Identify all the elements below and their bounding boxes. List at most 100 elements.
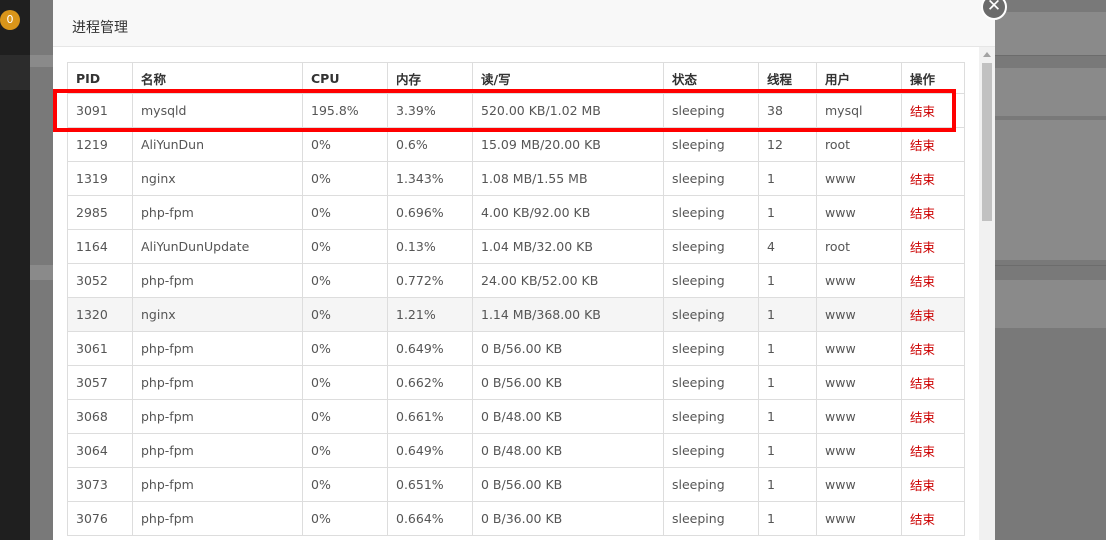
end-process-link[interactable]: 结束 — [910, 512, 935, 527]
cell-memory: 0.662% — [387, 365, 473, 400]
cell-action: 结束 — [901, 263, 965, 298]
cell-threads: 1 — [758, 195, 817, 230]
cell-user: root — [816, 229, 902, 264]
cell-user: www — [816, 331, 902, 366]
cell-read-write: 1.08 MB/1.55 MB — [472, 161, 664, 196]
cell-read-write: 0 B/48.00 KB — [472, 399, 664, 434]
cell-action: 结束 — [901, 195, 965, 230]
cell-memory: 0.661% — [387, 399, 473, 434]
cell-pid: 2985 — [67, 195, 133, 230]
cell-read-write: 0 B/56.00 KB — [472, 365, 664, 400]
end-process-link[interactable]: 结束 — [910, 138, 935, 153]
cell-memory: 1.21% — [387, 297, 473, 332]
cell-user: root — [816, 127, 902, 162]
table-row: 3057 php-fpm 0% 0.662% 0 B/56.00 KB sleeping 1… — [67, 365, 965, 400]
cell-user: www — [816, 365, 902, 400]
cell-name: nginx — [132, 161, 303, 196]
cell-cpu: 0% — [302, 195, 388, 230]
cell-name: AliYunDun — [132, 127, 303, 162]
scroll-thumb[interactable] — [982, 63, 992, 221]
end-process-link[interactable]: 结束 — [910, 206, 935, 221]
cell-user: www — [816, 433, 902, 468]
cell-name: php-fpm — [132, 195, 303, 230]
cell-name: php-fpm — [132, 501, 303, 536]
cell-name: php-fpm — [132, 331, 303, 366]
cell-threads: 4 — [758, 229, 817, 264]
cell-pid: 1320 — [67, 297, 133, 332]
cell-status: sleeping — [663, 195, 759, 230]
cell-name: php-fpm — [132, 263, 303, 298]
cell-cpu: 0% — [302, 161, 388, 196]
table-row: 3076 php-fpm 0% 0.664% 0 B/36.00 KB sleeping 1… — [67, 501, 965, 536]
cell-status: sleeping — [663, 365, 759, 400]
cell-pid: 3073 — [67, 467, 133, 502]
cell-pid: 1164 — [67, 229, 133, 264]
background-panel — [995, 280, 1106, 328]
cell-action: 结束 — [901, 331, 965, 366]
cell-memory: 0.649% — [387, 331, 473, 366]
cell-read-write: 24.00 KB/52.00 KB — [472, 263, 664, 298]
end-process-link[interactable]: 结束 — [910, 240, 935, 255]
cell-pid: 3052 — [67, 263, 133, 298]
dialog-scrollbar[interactable] — [979, 47, 995, 540]
background-panel — [30, 55, 53, 67]
cell-read-write: 1.04 MB/32.00 KB — [472, 229, 664, 264]
cell-status: sleeping — [663, 467, 759, 502]
cell-memory: 0.772% — [387, 263, 473, 298]
end-process-link[interactable]: 结束 — [910, 308, 935, 323]
background-sidebar-selected — [0, 55, 30, 90]
end-process-link[interactable]: 结束 — [910, 410, 935, 425]
cell-threads: 1 — [758, 501, 817, 536]
cell-cpu: 0% — [302, 331, 388, 366]
cell-name: php-fpm — [132, 365, 303, 400]
cell-pid: 3076 — [67, 501, 133, 536]
cell-pid: 3061 — [67, 331, 133, 366]
cell-read-write: 0 B/36.00 KB — [472, 501, 664, 536]
cell-threads: 1 — [758, 433, 817, 468]
cell-name: nginx — [132, 297, 303, 332]
cell-user: www — [816, 297, 902, 332]
cell-status: sleeping — [663, 433, 759, 468]
cell-memory: 0.649% — [387, 433, 473, 468]
end-process-link[interactable]: 结束 — [910, 342, 935, 357]
end-process-link[interactable]: 结束 — [910, 172, 935, 187]
end-process-link[interactable]: 结束 — [910, 444, 935, 459]
cell-cpu: 0% — [302, 467, 388, 502]
table-row: 1219 AliYunDun 0% 0.6% 15.09 MB/20.00 KB slee… — [67, 127, 965, 162]
cell-read-write: 0 B/48.00 KB — [472, 433, 664, 468]
cell-threads: 1 — [758, 399, 817, 434]
background-panel — [30, 265, 53, 280]
cell-memory: 1.343% — [387, 161, 473, 196]
table-row: 1320 nginx 0% 1.21% 1.14 MB/368.00 KB sleepin… — [67, 297, 965, 332]
background-panel — [995, 120, 1106, 260]
cell-pid: 1319 — [67, 161, 133, 196]
cell-pid: 3068 — [67, 399, 133, 434]
cell-action: 结束 — [901, 365, 965, 400]
cell-status: sleeping — [663, 127, 759, 162]
cell-action: 结束 — [901, 297, 965, 332]
cell-user: www — [816, 195, 902, 230]
cell-name: php-fpm — [132, 467, 303, 502]
cell-read-write: 0 B/56.00 KB — [472, 467, 664, 502]
cell-memory: 0.6% — [387, 127, 473, 162]
cell-threads: 1 — [758, 467, 817, 502]
cell-pid: 3057 — [67, 365, 133, 400]
cell-threads: 1 — [758, 331, 817, 366]
cell-action: 结束 — [901, 229, 965, 264]
cell-threads: 1 — [758, 365, 817, 400]
cell-name: php-fpm — [132, 433, 303, 468]
cell-action: 结束 — [901, 127, 965, 162]
end-process-link[interactable]: 结束 — [910, 478, 935, 493]
cell-status: sleeping — [663, 331, 759, 366]
cell-read-write: 0 B/56.00 KB — [472, 331, 664, 366]
notification-badge: 0 — [0, 10, 20, 30]
table-row: 3061 php-fpm 0% 0.649% 0 B/56.00 KB sleeping 1… — [67, 331, 965, 366]
background-panel — [995, 68, 1106, 116]
cell-status: sleeping — [663, 501, 759, 536]
cell-cpu: 0% — [302, 297, 388, 332]
end-process-link[interactable]: 结束 — [910, 274, 935, 289]
background-panel — [995, 12, 1106, 55]
end-process-link[interactable]: 结束 — [910, 376, 935, 391]
cell-cpu: 0% — [302, 365, 388, 400]
scroll-up-arrow-icon[interactable] — [983, 52, 991, 57]
